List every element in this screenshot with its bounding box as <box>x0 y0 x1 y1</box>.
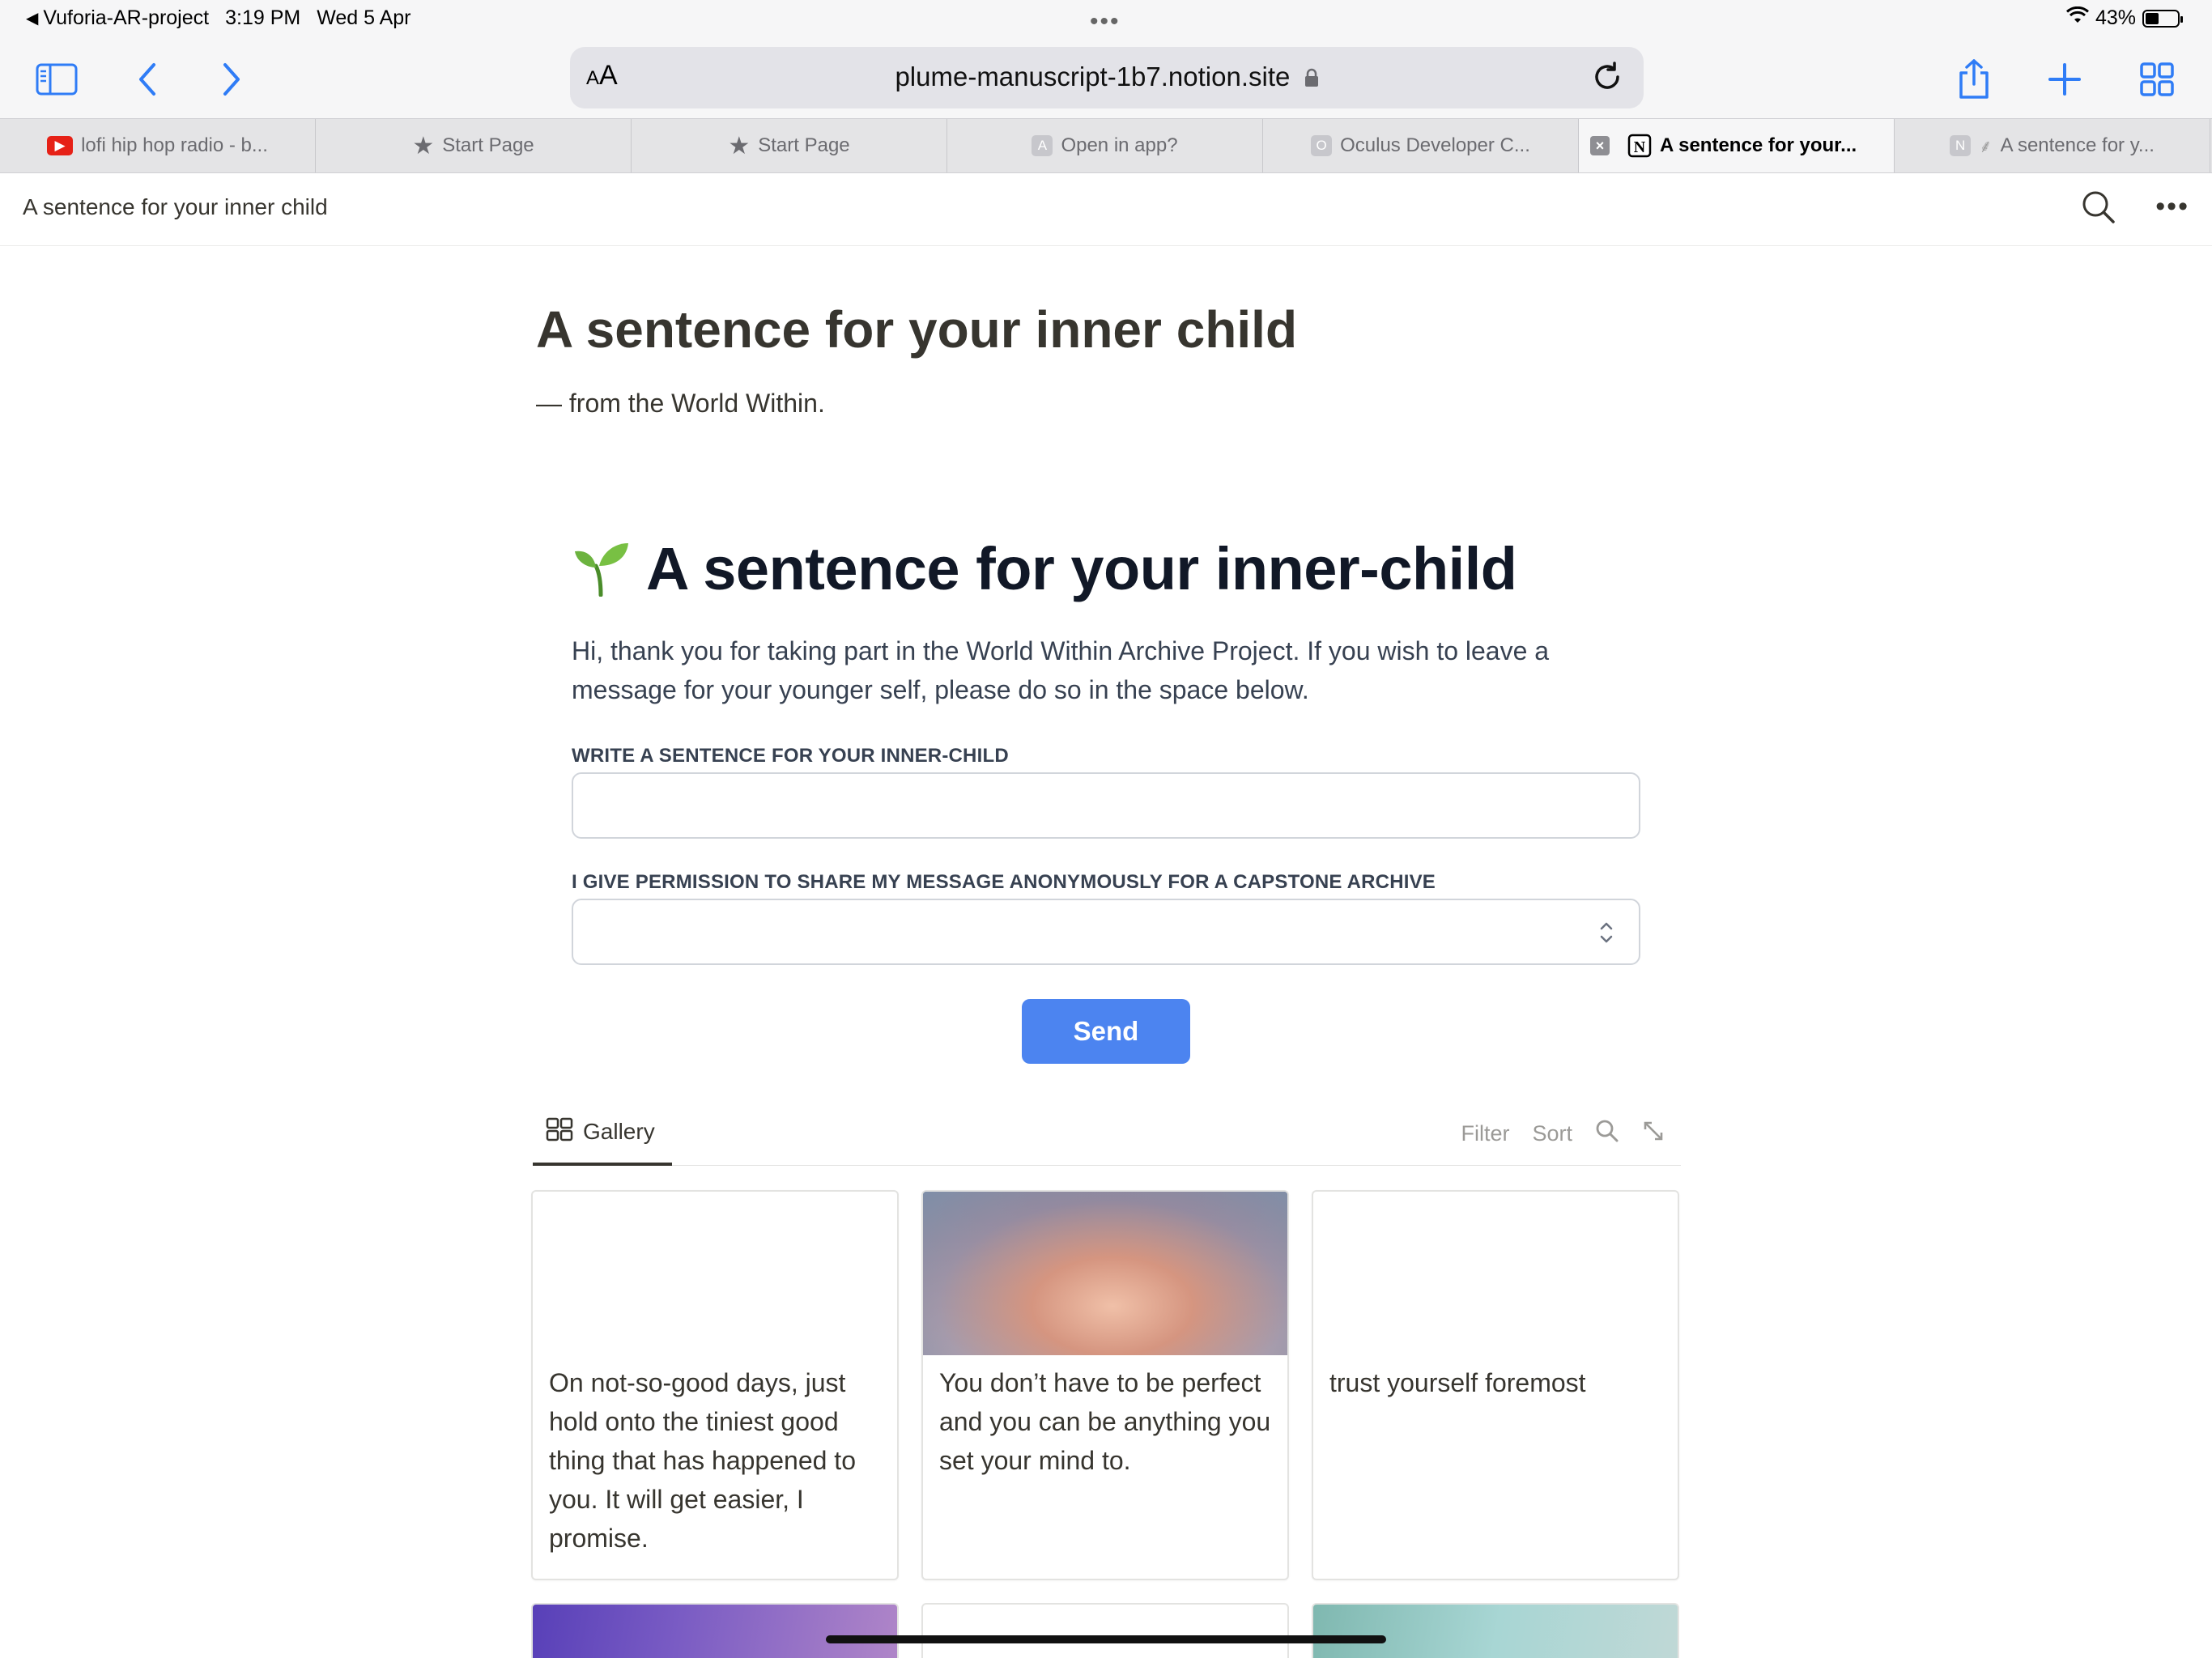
forward-chevron-icon[interactable] <box>207 55 256 104</box>
star-icon: ★ <box>728 132 751 159</box>
card-cover <box>533 1192 897 1355</box>
card-text: You don’t have to be perfect and you can… <box>939 1368 1271 1475</box>
permission-field-label: I GIVE PERMISSION TO SHARE MY MESSAGE AN… <box>572 871 1436 893</box>
star-icon: ★ <box>412 132 435 159</box>
back-to-app-link[interactable]: ◀ Vuforia-AR-project <box>26 6 209 30</box>
browser-tab-lofi[interactable]: ▶ lofi hip hop radio - b... <box>0 119 316 172</box>
back-app-label: Vuforia-AR-project <box>43 6 210 29</box>
letter-n-icon: N <box>1950 135 1972 156</box>
seedling-icon <box>572 537 632 601</box>
tab-label: Open in app? <box>1061 134 1178 156</box>
gallery-card-partial[interactable] <box>531 1603 899 1658</box>
card-text: On not-so-good days, just hold onto the … <box>549 1368 856 1553</box>
url-display[interactable]: plume-manuscript-1b7.notion.site <box>570 62 1644 94</box>
sentence-field-label: WRITE A SENTENCE FOR YOUR INNER-CHILD <box>572 745 1009 767</box>
battery-percent: 43% <box>2095 6 2136 29</box>
browser-tab-open-in-app[interactable]: A Open in app? <box>947 119 1263 172</box>
new-tab-plus-icon[interactable] <box>2040 55 2089 104</box>
home-indicator[interactable] <box>826 1635 1386 1643</box>
tab-label: lofi hip hop radio - b... <box>81 134 268 156</box>
card-cover <box>1313 1192 1678 1355</box>
tab-label: Start Page <box>758 134 850 156</box>
battery-icon <box>2142 9 2183 28</box>
browser-tab-sentence-2[interactable]: N ⸙ A sentence for y... <box>1895 119 2210 172</box>
browser-tab-start-page-1[interactable]: ★ Start Page <box>316 119 632 172</box>
gallery-card[interactable]: You don’t have to be perfect and you can… <box>921 1190 1289 1580</box>
tab-overview-icon[interactable] <box>2133 55 2181 104</box>
notion-topbar: A sentence for your inner child ••• <box>0 173 2212 246</box>
form-title: A sentence for your inner-child <box>646 535 1517 602</box>
search-icon[interactable] <box>2081 189 2116 229</box>
multitasking-dots-icon[interactable]: ••• <box>1090 8 1121 36</box>
letter-o-icon: O <box>1311 135 1333 156</box>
wifi-icon <box>2065 6 2089 30</box>
tab-label: A sentence for y... <box>2000 134 2155 156</box>
browser-tab-oculus[interactable]: O Oculus Developer C... <box>1263 119 1579 172</box>
tab-label: Oculus Developer C... <box>1340 134 1530 156</box>
youtube-icon: ▶ <box>47 136 74 155</box>
browser-toolbar: AA plume-manuscript-1b7.notion.site <box>0 40 2212 118</box>
svg-text:N: N <box>1634 138 1646 156</box>
share-icon[interactable] <box>1950 55 1998 104</box>
card-text: trust yourself foremost <box>1329 1368 1586 1397</box>
tab-label: A sentence for your... <box>1660 134 1857 156</box>
gallery-card-partial[interactable] <box>1312 1603 1679 1658</box>
notion-icon: N <box>1627 134 1652 158</box>
send-button[interactable]: Send <box>1022 999 1190 1064</box>
status-date: Wed 5 Apr <box>317 6 411 29</box>
status-bar: ◀ Vuforia-AR-project 3:19 PM Wed 5 Apr •… <box>0 0 2212 40</box>
more-options-icon[interactable]: ••• <box>2155 191 2189 223</box>
reload-icon[interactable] <box>1589 58 1626 100</box>
form-heading: A sentence for your inner-child <box>572 534 1517 603</box>
gallery-card[interactable]: trust yourself foremost <box>1312 1190 1679 1580</box>
permission-select[interactable] <box>572 899 1640 965</box>
search-icon[interactable] <box>1595 1119 1619 1149</box>
sort-button[interactable]: Sort <box>1532 1121 1572 1146</box>
select-chevron-icon <box>1598 920 1614 946</box>
letter-a-icon: A <box>1032 135 1053 156</box>
gallery-grid-icon <box>546 1117 573 1147</box>
address-bar[interactable]: AA plume-manuscript-1b7.notion.site <box>570 47 1644 108</box>
sidebar-toggle-icon[interactable] <box>32 55 81 104</box>
browser-tab-strip: ▶ lofi hip hop radio - b... ★ Start Page… <box>0 118 2212 173</box>
back-triangle-icon: ◀ <box>26 10 39 28</box>
tab-label: Start Page <box>442 134 534 156</box>
gallery-card[interactable]: On not-so-good days, just hold onto the … <box>531 1190 899 1580</box>
card-cover-gradient <box>923 1192 1287 1355</box>
seedling-icon: ⸙ <box>1979 136 1993 156</box>
gallery-view-bar: Gallery Filter Sort <box>533 1101 1681 1166</box>
gallery-tab-label: Gallery <box>583 1119 655 1144</box>
status-time: 3:19 PM <box>225 6 301 29</box>
gallery-card-partial[interactable] <box>921 1603 1289 1658</box>
filter-button[interactable]: Filter <box>1461 1121 1509 1146</box>
browser-tab-sentence-active[interactable]: × N A sentence for your... <box>1579 119 1895 172</box>
browser-tab-start-page-2[interactable]: ★ Start Page <box>632 119 947 172</box>
page-title: A sentence for your inner child <box>536 300 1298 359</box>
page-subtitle: — from the World Within. <box>536 389 825 418</box>
sentence-input[interactable] <box>572 772 1640 839</box>
breadcrumb-page-title[interactable]: A sentence for your inner child <box>23 194 328 220</box>
url-text: plume-manuscript-1b7.notion.site <box>895 62 1291 91</box>
gallery-view-tab[interactable]: Gallery <box>533 1101 672 1166</box>
back-chevron-icon[interactable] <box>123 55 172 104</box>
close-tab-icon[interactable]: × <box>1590 136 1610 155</box>
lock-icon <box>1304 63 1319 94</box>
form-description: Hi, thank you for taking part in the Wor… <box>572 636 1550 704</box>
expand-icon[interactable] <box>1642 1120 1665 1148</box>
